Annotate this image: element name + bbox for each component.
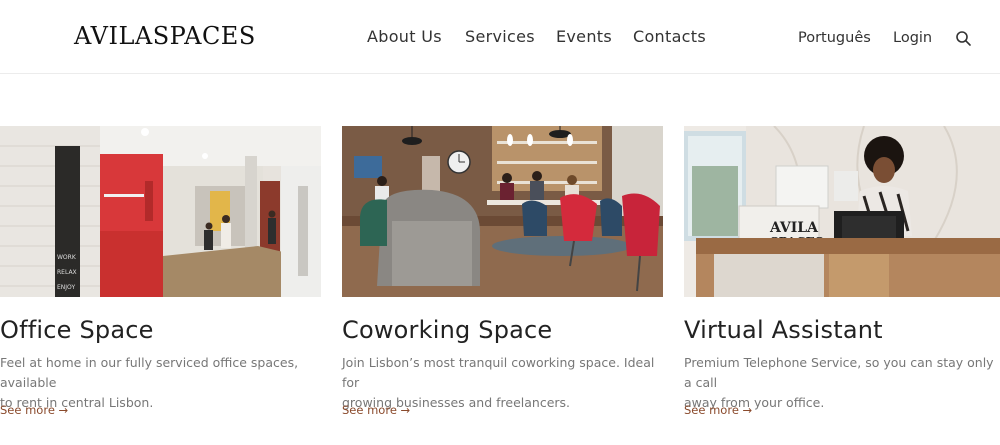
virtual-assistant-see-more-link[interactable]: See more →: [684, 403, 752, 417]
svg-text:ENJOY: ENJOY: [57, 284, 75, 291]
svg-text:WORK: WORK: [57, 254, 77, 261]
coworking-space-description-line: Join Lisbon’s most tranquil coworking sp…: [342, 355, 655, 390]
coworking-space-image[interactable]: [342, 126, 663, 297]
office-space-see-more-link[interactable]: See more →: [0, 403, 68, 417]
virtual-assistant-title: Virtual Assistant: [684, 316, 883, 344]
nav-events[interactable]: Events: [556, 27, 612, 46]
site-header: AVILASPACES About Us Services Events Con…: [0, 0, 1000, 74]
coworking-space-title: Coworking Space: [342, 316, 553, 344]
login-link[interactable]: Login: [893, 30, 932, 46]
svg-text:RELAX: RELAX: [57, 269, 77, 276]
nav-services[interactable]: Services: [465, 27, 535, 46]
search-icon[interactable]: [955, 30, 972, 47]
svg-text:AVILA: AVILA: [769, 220, 819, 236]
nav-about-us[interactable]: About Us: [367, 27, 442, 46]
nav-contacts[interactable]: Contacts: [633, 27, 706, 46]
coworking-space-see-more-link[interactable]: See more →: [342, 403, 410, 417]
office-space-description-line: Feel at home in our fully serviced offic…: [0, 355, 299, 390]
site-logo[interactable]: AVILASPACES: [74, 22, 256, 50]
virtual-assistant-description-line: Premium Telephone Service, so you can st…: [684, 355, 994, 390]
virtual-assistant-image[interactable]: AVILA SPACES: [684, 126, 1000, 297]
office-space-image[interactable]: WORK RELAX ENJOY: [0, 126, 321, 297]
language-switch[interactable]: Português: [798, 30, 871, 46]
office-space-title: Office Space: [0, 316, 154, 344]
